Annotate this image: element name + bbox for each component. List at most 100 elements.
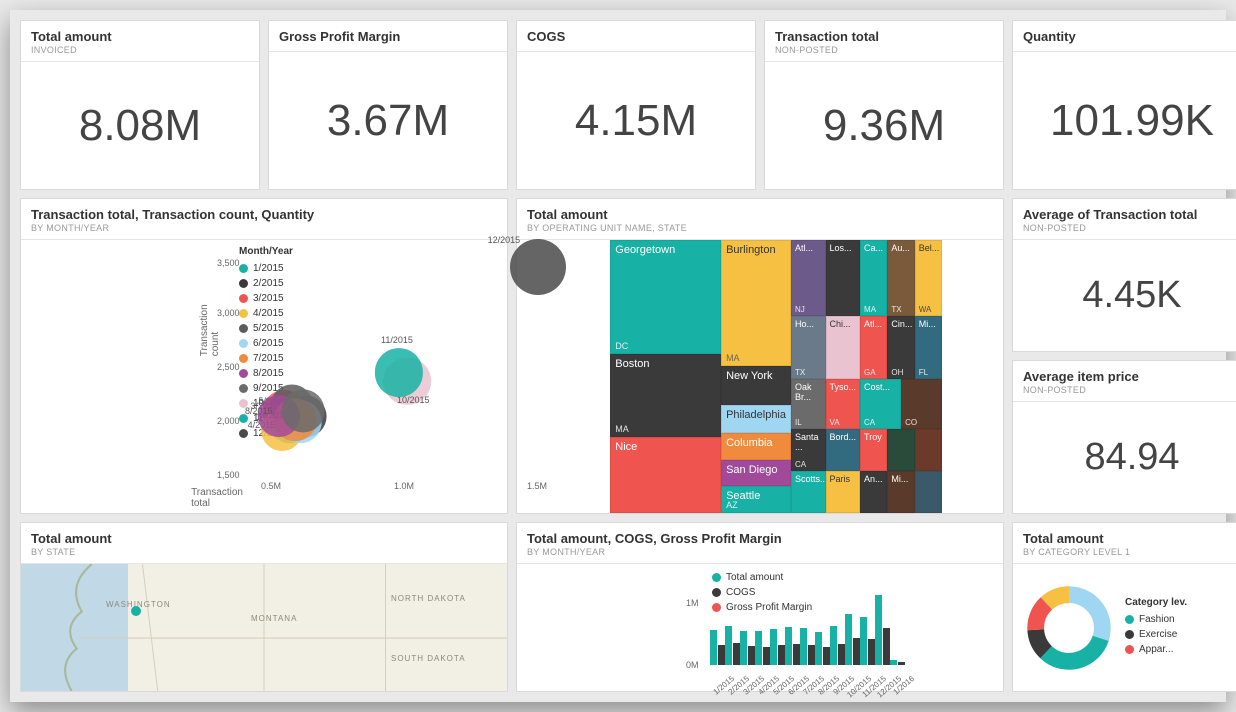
tm-label: Nice bbox=[615, 441, 637, 453]
x-tick: 0.5M bbox=[261, 481, 281, 491]
bar-group[interactable]: 9/2015 bbox=[830, 626, 845, 665]
chart-title: Total amount, COGS, Gross Profit Margin bbox=[527, 531, 993, 546]
map-state-label: MONTANA bbox=[251, 614, 297, 623]
barline-chart-card[interactable]: Total amount, COGS, Gross Profit Margin … bbox=[516, 522, 1004, 692]
legend-item[interactable]: 4/2015 bbox=[239, 308, 325, 319]
scatter-bubble[interactable] bbox=[510, 239, 566, 295]
kpi-transaction-total[interactable]: Transaction total NON-POSTED 9.36M bbox=[764, 20, 1004, 190]
x-tick: 1.5M bbox=[527, 481, 547, 491]
y-tick: 0M bbox=[686, 660, 699, 670]
legend-item[interactable]: 2/2015 bbox=[239, 278, 325, 289]
scatter-chart-card[interactable]: Transaction total, Transaction count, Qu… bbox=[20, 198, 508, 514]
kpi-value: 84.94 bbox=[1084, 436, 1179, 479]
kpi-title: Total amount bbox=[31, 29, 249, 44]
chart-sub: BY MONTH/YEAR bbox=[527, 547, 993, 557]
kpi-value: 101.99K bbox=[1050, 96, 1214, 146]
tm-label: Philadelphia bbox=[726, 409, 786, 421]
kpi-title: COGS bbox=[527, 29, 745, 44]
map-state-label: NORTH DAKOTA bbox=[391, 594, 466, 603]
scatter-bubble[interactable] bbox=[375, 349, 423, 397]
kpi-avg-item-price[interactable]: Average item price NON-POSTED 84.94 bbox=[1012, 360, 1236, 514]
kpi-cogs[interactable]: COGS 4.15M bbox=[516, 20, 756, 190]
chart-sub: BY MONTH/YEAR bbox=[31, 223, 497, 233]
scatter-bubble[interactable] bbox=[282, 390, 325, 433]
legend-item[interactable]: 7/2015 bbox=[239, 353, 325, 364]
kpi-value: 9.36M bbox=[823, 101, 945, 151]
bar-group[interactable]: 10/2015 bbox=[845, 614, 860, 665]
legend-item: Appar... bbox=[1139, 644, 1173, 655]
kpi-gross-profit-margin[interactable]: Gross Profit Margin 3.67M bbox=[268, 20, 508, 190]
bar-group[interactable]: 12/2015 bbox=[875, 595, 890, 665]
bar-group[interactable]: 11/2015 bbox=[860, 617, 875, 665]
treemap[interactable]: GeorgetownDC BostonMA Nice BurlingtonMA … bbox=[610, 240, 909, 513]
chart-title: Total amount bbox=[31, 531, 497, 546]
y-tick: 3,000 bbox=[217, 308, 240, 318]
map-data-point[interactable] bbox=[131, 606, 141, 616]
scatter-plot[interactable]: Transaction count Transaction total 1,50… bbox=[199, 240, 235, 513]
kpi-value: 3.67M bbox=[327, 96, 449, 146]
legend-item[interactable]: 8/2015 bbox=[239, 368, 325, 379]
bar-group[interactable]: 7/2015 bbox=[800, 628, 815, 665]
chart-sub: BY STATE bbox=[31, 547, 497, 557]
kpi-sub: NON-POSTED bbox=[1023, 385, 1236, 395]
tm-label: Georgetown bbox=[615, 244, 675, 256]
kpi-title: Average of Transaction total bbox=[1023, 207, 1236, 222]
bar-group[interactable]: 2/2015 bbox=[725, 626, 740, 665]
map-chart-card[interactable]: Total amount BY STATE WASHINGTON MONTANA… bbox=[20, 522, 508, 692]
bar-group[interactable]: 5/2015 bbox=[770, 629, 785, 665]
tm-label: Columbia bbox=[726, 437, 772, 449]
legend-item[interactable]: 5/2015 bbox=[239, 323, 325, 334]
bubble-label: 12/2015 bbox=[488, 235, 521, 245]
bar-group[interactable]: 4/2015 bbox=[755, 631, 770, 665]
scatter-legend: Month/Year 1/20152/20153/20154/20155/201… bbox=[235, 240, 329, 513]
x-tick: 1.0M bbox=[394, 481, 414, 491]
y-tick: 1M bbox=[686, 598, 699, 608]
kpi-sub: INVOICED bbox=[31, 45, 249, 55]
legend-title: Category lev. bbox=[1125, 597, 1236, 608]
x-axis-label: Transaction total bbox=[191, 487, 243, 509]
legend-item: Exercise bbox=[1139, 629, 1177, 640]
chart-sub: BY OPERATING UNIT NAME, STATE bbox=[527, 223, 993, 233]
y-tick: 1,500 bbox=[217, 470, 240, 480]
kpi-value: 8.08M bbox=[79, 101, 201, 151]
legend-item[interactable]: 1/2015 bbox=[239, 263, 325, 274]
legend-item[interactable]: 6/2015 bbox=[239, 338, 325, 349]
donut-visual[interactable] bbox=[1025, 584, 1113, 672]
kpi-title: Gross Profit Margin bbox=[279, 29, 497, 44]
tm-label: San Diego bbox=[726, 464, 777, 476]
legend-item: Fashion bbox=[1139, 614, 1175, 625]
kpi-avg-transaction-total[interactable]: Average of Transaction total NON-POSTED … bbox=[1012, 198, 1236, 352]
kpi-title: Transaction total bbox=[775, 29, 993, 44]
bubble-label: 11/2015 bbox=[381, 335, 413, 345]
chart-sub: BY CATEGORY LEVEL 1 bbox=[1023, 547, 1236, 557]
bar-group[interactable]: 6/2015 bbox=[785, 627, 800, 665]
bar-group[interactable]: 3/2015 bbox=[740, 631, 755, 665]
donut-legend: Category lev. Fashion Exercise Appar... bbox=[1113, 597, 1236, 659]
kpi-sub: NON-POSTED bbox=[775, 45, 993, 55]
y-tick: 2,500 bbox=[217, 362, 240, 372]
y-tick: 2,000 bbox=[217, 416, 240, 426]
barline-plot[interactable]: 0M 1M 1/20152/20153/20154/20155/20156/20… bbox=[682, 564, 708, 691]
treemap-chart-card[interactable]: Total amount BY OPERATING UNIT NAME, STA… bbox=[516, 198, 1004, 514]
legend-item: Total amount bbox=[726, 572, 783, 583]
bar-group[interactable]: 1/2016 bbox=[890, 660, 905, 665]
bar-group[interactable]: 1/2015 bbox=[710, 630, 725, 665]
tm-label: Burlington bbox=[726, 244, 776, 256]
tm-label: Boston bbox=[615, 358, 649, 370]
kpi-total-amount[interactable]: Total amount INVOICED 8.08M bbox=[20, 20, 260, 190]
dashboard-grid: Total amount INVOICED 8.08M Gross Profit… bbox=[10, 10, 1226, 702]
map-visual[interactable]: WASHINGTON MONTANA NORTH DAKOTA SOUTH DA… bbox=[21, 564, 507, 691]
kpi-sub: NON-POSTED bbox=[1023, 223, 1236, 233]
chart-title: Total amount bbox=[1023, 531, 1236, 546]
map-state-label: SOUTH DAKOTA bbox=[391, 654, 466, 663]
legend-item: COGS bbox=[726, 587, 755, 598]
legend-item: Gross Profit Margin bbox=[726, 602, 812, 613]
kpi-quantity[interactable]: Quantity 101.99K bbox=[1012, 20, 1236, 190]
kpi-value: 4.15M bbox=[575, 96, 697, 146]
chart-title: Total amount bbox=[527, 207, 993, 222]
bar-group[interactable]: 8/2015 bbox=[815, 632, 830, 665]
legend-item[interactable]: 3/2015 bbox=[239, 293, 325, 304]
donut-chart-card[interactable]: Total amount BY CATEGORY LEVEL 1 Categor… bbox=[1012, 522, 1236, 692]
kpi-title: Average item price bbox=[1023, 369, 1236, 384]
kpi-value: 4.45K bbox=[1082, 274, 1181, 317]
